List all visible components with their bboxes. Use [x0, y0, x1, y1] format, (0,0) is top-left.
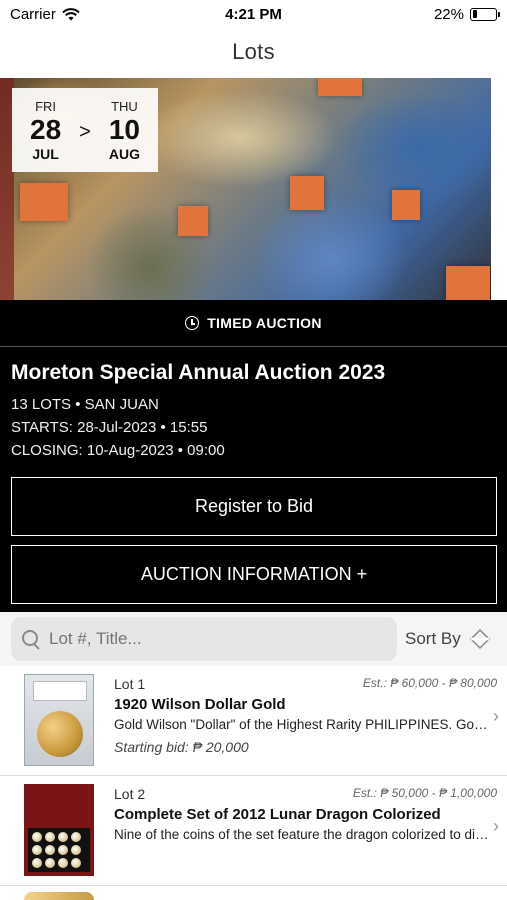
auction-information-button[interactable]: AUCTION INFORMATION +: [11, 545, 497, 604]
lot-description: Gold Wilson "Dollar" of the Highest Rari…: [114, 717, 490, 732]
start-weekday: FRI: [35, 98, 57, 114]
coin-image: [32, 832, 42, 842]
search-icon: [21, 629, 41, 649]
lot-number: Lot 2: [114, 786, 146, 802]
auction-closing: CLOSING: 10-Aug-2023 • 09:00: [11, 442, 225, 459]
sort-icon: [469, 628, 490, 650]
coin-image: [32, 845, 42, 855]
page-title: Lots: [232, 39, 275, 64]
auction-date-badge: FRI 28 JUL > THU 10 AUG: [12, 88, 158, 172]
slab-label: [33, 681, 87, 701]
status-right: 22%: [433, 5, 500, 23]
painting-block: [290, 176, 324, 210]
coin-image: [32, 858, 42, 868]
coin-image: [37, 711, 83, 757]
coin-image: [45, 858, 55, 868]
coin-image: [58, 845, 68, 855]
search-field[interactable]: [11, 617, 397, 661]
chevron-right-icon: ›: [493, 816, 499, 836]
auction-type-label: TIMED AUCTION: [207, 315, 322, 331]
start-month: JUL: [32, 145, 59, 162]
battery-icon: [470, 7, 500, 21]
end-day: 10: [108, 113, 140, 145]
lot-list-item[interactable]: Lot 2 Est.: ₱ 50,000 - ₱ 1,00,000 Comple…: [0, 776, 507, 886]
auction-starts: STARTS: 28-Jul-2023 • 15:55: [11, 419, 208, 436]
register-to-bid-button[interactable]: Register to Bid: [11, 477, 497, 536]
lot-thumbnail: [24, 784, 94, 876]
auction-title: Moreton Special Annual Auction 2023: [11, 361, 386, 384]
painting-block: [178, 206, 208, 236]
lot-thumbnail: [24, 674, 94, 766]
sort-by-label: Sort By: [405, 629, 461, 648]
end-date: THU 10 AUG: [109, 99, 140, 162]
start-date: FRI 28 JUL: [30, 99, 61, 162]
start-day: 28: [30, 113, 62, 145]
auction-type-row: TIMED AUCTION: [0, 300, 507, 347]
coin-image: [45, 845, 55, 855]
sort-by-button[interactable]: Sort By: [405, 617, 491, 661]
painting-block: [20, 183, 68, 221]
lot-starting-bid: Starting bid: ₱ 20,000: [114, 739, 249, 755]
painting-block: [392, 190, 420, 220]
lot-estimate: Est.: ₱ 50,000 - ₱ 1,00,000: [352, 786, 497, 800]
coin-image: [58, 858, 68, 868]
chevron-right-icon: ›: [493, 706, 499, 726]
carrier-label: Carrier: [10, 5, 56, 23]
painting-block: [318, 78, 362, 96]
status-left: Carrier: [10, 6, 80, 23]
lot-number: Lot 1: [114, 676, 146, 692]
lot-estimate: Est.: ₱ 60,000 - ₱ 80,000: [362, 676, 497, 690]
clock-icon: [185, 316, 200, 330]
search-input[interactable]: [49, 629, 379, 649]
painting-block: [446, 266, 490, 300]
auction-hero-image: FRI 28 JUL > THU 10 AUG: [0, 78, 507, 300]
lot-title: Complete Set of 2012 Lunar Dragon Colori…: [114, 806, 441, 823]
coin-image: [71, 858, 81, 868]
status-bar: Carrier 4:21 PM 22%: [0, 0, 507, 28]
coin-image: [45, 832, 55, 842]
lot-description: Nine of the coins of the set feature the…: [114, 827, 490, 842]
lot-list-item[interactable]: Lot 1 Est.: ₱ 60,000 - ₱ 80,000 1920 Wil…: [0, 666, 507, 776]
nav-bar: Lots: [0, 28, 507, 76]
auction-info-panel: TIMED AUCTION Moreton Special Annual Auc…: [0, 300, 507, 612]
wifi-icon: [62, 7, 80, 20]
end-weekday: THU: [111, 98, 138, 114]
date-range-arrow: >: [79, 120, 91, 143]
coin-image: [71, 832, 81, 842]
coin-set-tray: [28, 828, 90, 872]
search-bar-row: Sort By: [0, 612, 507, 666]
coin-image: [58, 832, 68, 842]
auction-lots-location: 13 LOTS • SAN JUAN: [11, 396, 159, 413]
end-month: AUG: [108, 145, 140, 162]
lot-thumbnail: [24, 892, 94, 900]
battery-percent: 22%: [433, 5, 464, 23]
lot-list-item-partial[interactable]: [0, 886, 507, 900]
hero-edge-right: [491, 78, 507, 300]
coin-image: [71, 845, 81, 855]
lot-title: 1920 Wilson Dollar Gold: [114, 696, 286, 713]
battery-fill: [472, 10, 478, 18]
